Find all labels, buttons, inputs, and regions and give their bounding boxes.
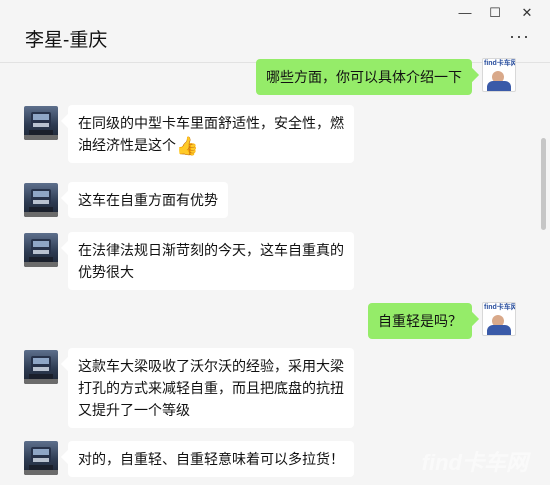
contact-avatar[interactable] [24, 233, 58, 267]
close-button[interactable]: ✕ [517, 6, 537, 20]
message-bubble-outgoing[interactable]: 自重轻是吗？ [368, 303, 472, 339]
contact-avatar[interactable] [24, 441, 58, 475]
contact-avatar[interactable] [24, 350, 58, 384]
message-bubble-incoming[interactable]: 在同级的中型卡车里面舒适性，安全性，燃油经济性是这个👍 [68, 105, 354, 163]
thumbs-up-icon: 👍 [176, 136, 199, 157]
message-text: 这款车大梁吸收了沃尔沃的经验，采用大梁打孔的方式来减轻自重，而且把底盘的抗扭又提… [78, 358, 344, 418]
message-text: 这车在自重方面有优势 [78, 192, 218, 208]
message-text: 在同级的中型卡车里面舒适性，安全性，燃油经济性是这个 [78, 115, 344, 153]
message-text: 哪些方面，你可以具体介绍一下 [266, 69, 462, 85]
minimize-button[interactable]: — [455, 6, 475, 20]
contact-avatar[interactable] [24, 106, 58, 140]
message-bubble-incoming[interactable]: 这款车大梁吸收了沃尔沃的经验，采用大梁打孔的方式来减轻自重，而且把底盘的抗扭又提… [68, 348, 354, 428]
chat-header: 李星-重庆 — ☐ ✕ ··· [0, 0, 550, 63]
chat-title: 李星-重庆 [25, 30, 108, 51]
my-avatar[interactable]: find卡车网 [482, 58, 516, 92]
message-text: 在法律法规日渐苛刻的今天，这车自重真的优势很大 [78, 242, 344, 280]
message-bubble-incoming[interactable]: 对的，自重轻、自重轻意味着可以多拉货！ [68, 441, 354, 477]
watermark-logo: find卡车网 [421, 450, 528, 475]
message-bubble-incoming[interactable]: 这车在自重方面有优势 [68, 182, 228, 218]
message-bubble-outgoing[interactable]: 哪些方面，你可以具体介绍一下 [256, 59, 472, 95]
avatar-body-shape [487, 325, 511, 335]
my-avatar[interactable]: find卡车网 [482, 302, 516, 336]
more-options-button[interactable]: ··· [509, 27, 530, 45]
avatar-brand-text: find卡车网 [484, 60, 516, 67]
scrollbar[interactable] [540, 62, 550, 485]
message-bubble-incoming[interactable]: 在法律法规日渐苛刻的今天，这车自重真的优势很大 [68, 232, 354, 290]
scrollbar-thumb[interactable] [541, 138, 546, 230]
maximize-button[interactable]: ☐ [485, 6, 505, 20]
contact-avatar[interactable] [24, 183, 58, 217]
message-text: 自重轻是吗？ [378, 313, 462, 329]
avatar-body-shape [487, 81, 511, 91]
message-text: 对的，自重轻、自重轻意味着可以多拉货！ [78, 451, 344, 467]
avatar-brand-text: find卡车网 [484, 304, 516, 311]
